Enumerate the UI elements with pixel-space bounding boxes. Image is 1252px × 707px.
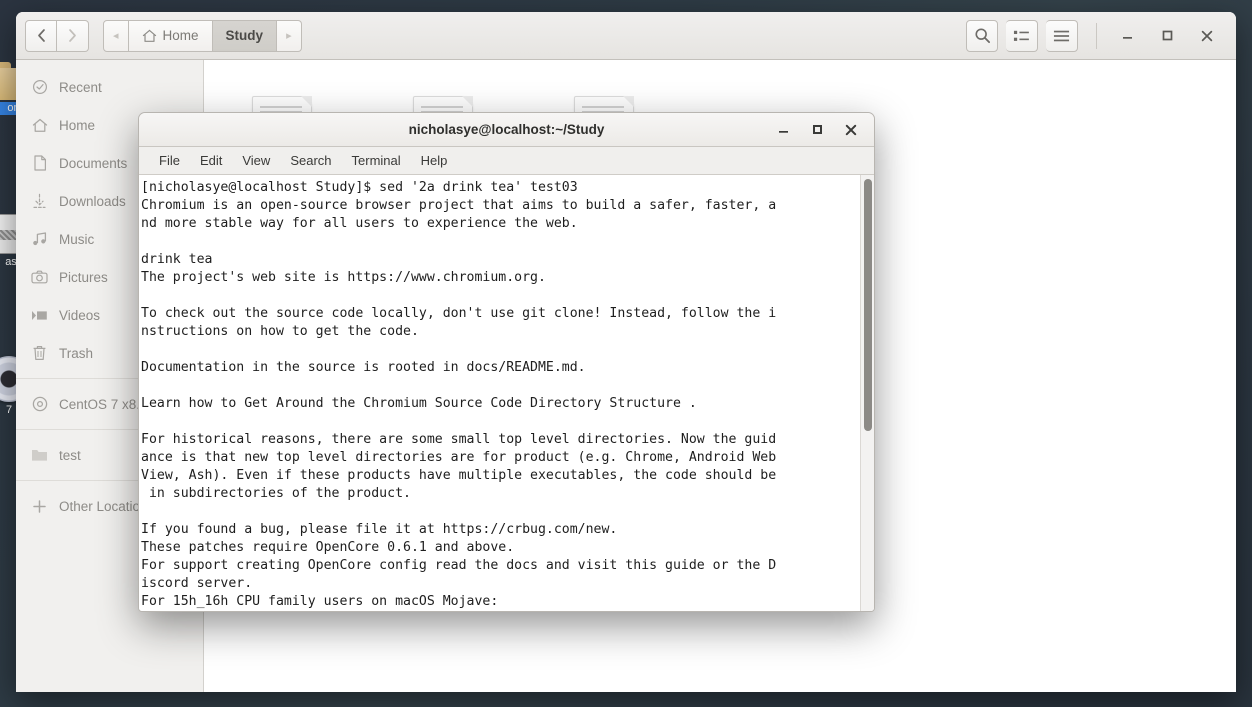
menu-search[interactable]: Search [280, 151, 341, 171]
download-icon [31, 193, 48, 210]
toolbar-divider [1096, 22, 1097, 49]
terminal-window: nicholasye@localhost:~/Study File Edit V… [138, 112, 875, 612]
home-icon [31, 117, 48, 134]
terminal-maximize-button[interactable] [800, 116, 834, 144]
search-button[interactable] [966, 19, 998, 52]
menu-edit[interactable]: Edit [190, 151, 232, 171]
terminal-scrollbar-thumb[interactable] [864, 179, 872, 431]
chevron-right-icon [69, 29, 76, 42]
navigation-buttons [25, 19, 89, 52]
breadcrumb: ◂ Home Study ▸ [103, 19, 302, 52]
sidebar-item-label: Videos [59, 307, 101, 323]
sidebar-item-label: Downloads [59, 193, 126, 209]
minimize-icon [778, 131, 788, 133]
file-manager-toolbar: ◂ Home Study ▸ [16, 12, 1236, 60]
maximize-icon [1162, 30, 1172, 41]
clock-icon [31, 79, 48, 96]
trash-icon [31, 345, 48, 362]
sidebar-item-label: test [59, 447, 81, 463]
maximize-icon [812, 125, 822, 134]
breadcrumb-item-label: Study [225, 28, 264, 43]
sidebar-item-label: Other Locatio [59, 498, 141, 514]
minimize-button[interactable] [1107, 19, 1147, 53]
maximize-button[interactable] [1147, 19, 1187, 53]
menu-terminal[interactable]: Terminal [342, 151, 411, 171]
music-icon [31, 231, 48, 248]
close-icon [845, 124, 857, 135]
terminal-screen[interactable]: [nicholasye@localhost Study]$ sed '2a dr… [139, 175, 874, 611]
document-icon [31, 155, 48, 172]
back-button[interactable] [25, 19, 57, 52]
terminal-titlebar[interactable]: nicholasye@localhost:~/Study [139, 113, 874, 147]
terminal-menubar: File Edit View Search Terminal Help [139, 147, 874, 175]
folder-icon [31, 447, 48, 464]
breadcrumb-scroll-right[interactable]: ▸ [277, 19, 302, 52]
close-icon [1201, 30, 1213, 41]
menu-view[interactable]: View [232, 151, 280, 171]
view-options-button[interactable] [1006, 19, 1038, 52]
sidebar-item-recent[interactable]: Recent [16, 68, 203, 106]
sidebar-item-label: Documents [59, 155, 128, 171]
terminal-minimize-button[interactable] [766, 116, 800, 144]
search-icon [974, 28, 990, 44]
terminal-title: nicholasye@localhost:~/Study [408, 122, 605, 137]
disc-icon [31, 396, 48, 413]
view-list-icon [1013, 30, 1029, 41]
menu-file[interactable]: File [149, 151, 190, 171]
breadcrumb-item-label: Home [162, 28, 199, 43]
sidebar-item-label: Music [59, 231, 95, 247]
terminal-scrollbar[interactable] [860, 175, 874, 611]
video-icon [31, 307, 48, 324]
minimize-icon [1122, 37, 1132, 39]
chevron-left-icon [37, 29, 45, 42]
sidebar-item-label: Trash [59, 345, 94, 361]
menu-button[interactable] [1046, 19, 1078, 52]
hamburger-menu-icon [1053, 30, 1070, 41]
forward-button[interactable] [57, 19, 89, 52]
home-icon [142, 29, 156, 42]
sidebar-item-label: Pictures [59, 269, 108, 285]
sidebar-item-label: CentOS 7 x8.. [59, 396, 144, 412]
sidebar-item-label: Recent [59, 79, 102, 95]
close-button[interactable] [1187, 19, 1227, 53]
terminal-close-button[interactable] [834, 116, 868, 144]
breadcrumb-item-home[interactable]: Home [128, 19, 213, 52]
camera-icon [31, 269, 48, 286]
breadcrumb-scroll-left[interactable]: ◂ [103, 19, 129, 52]
toolbar-actions [958, 19, 1227, 53]
menu-help[interactable]: Help [411, 151, 458, 171]
sidebar-item-label: Home [59, 117, 96, 133]
breadcrumb-item-study[interactable]: Study [212, 19, 278, 52]
plus-icon [31, 498, 48, 515]
terminal-output: [nicholasye@localhost Study]$ sed '2a dr… [141, 180, 777, 609]
terminal-window-controls [766, 116, 874, 144]
